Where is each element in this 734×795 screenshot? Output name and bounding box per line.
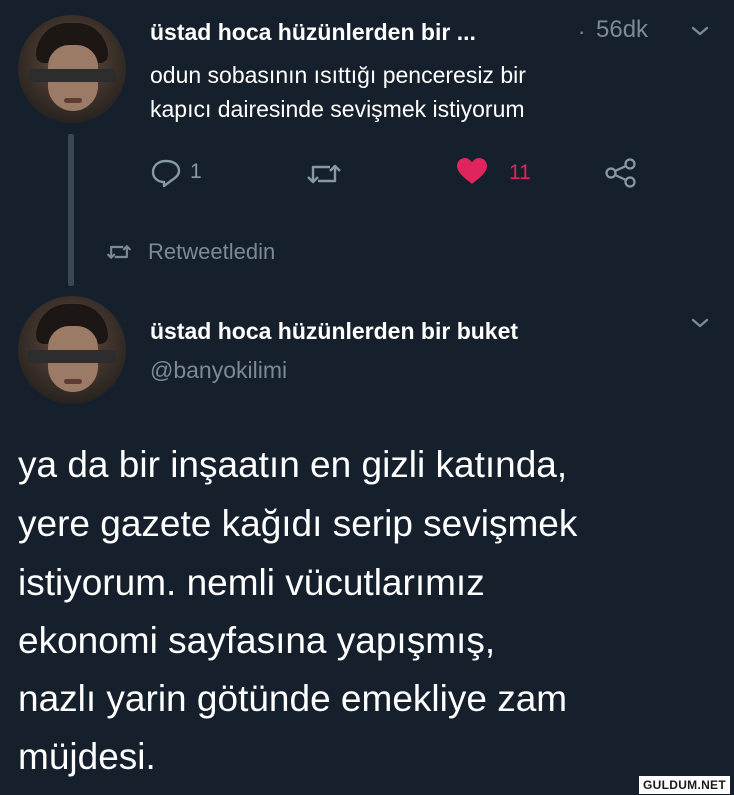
watermark: GULDUM.NET	[639, 776, 730, 794]
tweet-author-name[interactable]: üstad hoca hüzünlerden bir ...	[150, 19, 476, 46]
reply-count: 1	[190, 160, 202, 183]
tweet-timestamp[interactable]: 56dk	[596, 16, 648, 44]
retweet-icon	[306, 160, 342, 188]
retweet-notice: Retweetledin	[148, 239, 276, 264]
tweet-text-line: istiyorum. nemli vücutlarımız	[18, 562, 485, 603]
thread-line	[68, 134, 74, 286]
tweet-author-handle[interactable]: @banyokilimi	[150, 357, 287, 384]
tweet-text-line: ekonomi sayfasına yapışmış,	[18, 620, 496, 661]
share-icon	[604, 158, 638, 188]
chevron-down-icon[interactable]	[690, 316, 710, 330]
heart-icon	[455, 156, 489, 186]
chevron-down-icon[interactable]	[690, 24, 710, 38]
like-count: 11	[509, 161, 531, 184]
retweet-button[interactable]	[306, 160, 342, 188]
tweet-text-line: yere gazete kağıdı serip sevişmek	[18, 503, 578, 544]
avatar[interactable]	[18, 296, 126, 404]
tweet-text-line: kapıcı dairesinde sevişmek istiyorum	[150, 96, 525, 122]
retweet-notice-icon	[106, 242, 132, 262]
share-button[interactable]	[604, 158, 638, 188]
tweet-text-line: ya da bir inşaatın en gizli katında,	[18, 444, 568, 485]
separator-dot: ·	[578, 19, 586, 44]
tweet-text-line: odun sobasının ısıttığı penceresiz bir	[150, 62, 526, 88]
avatar[interactable]	[18, 15, 126, 123]
tweet-text-line: nazlı yarin götünde emekliye zam	[18, 678, 568, 719]
reply-icon	[150, 158, 182, 188]
tweet-author-name[interactable]: üstad hoca hüzünlerden bir buket	[150, 318, 518, 345]
tweet-text-line: müjdesi.	[18, 736, 156, 777]
